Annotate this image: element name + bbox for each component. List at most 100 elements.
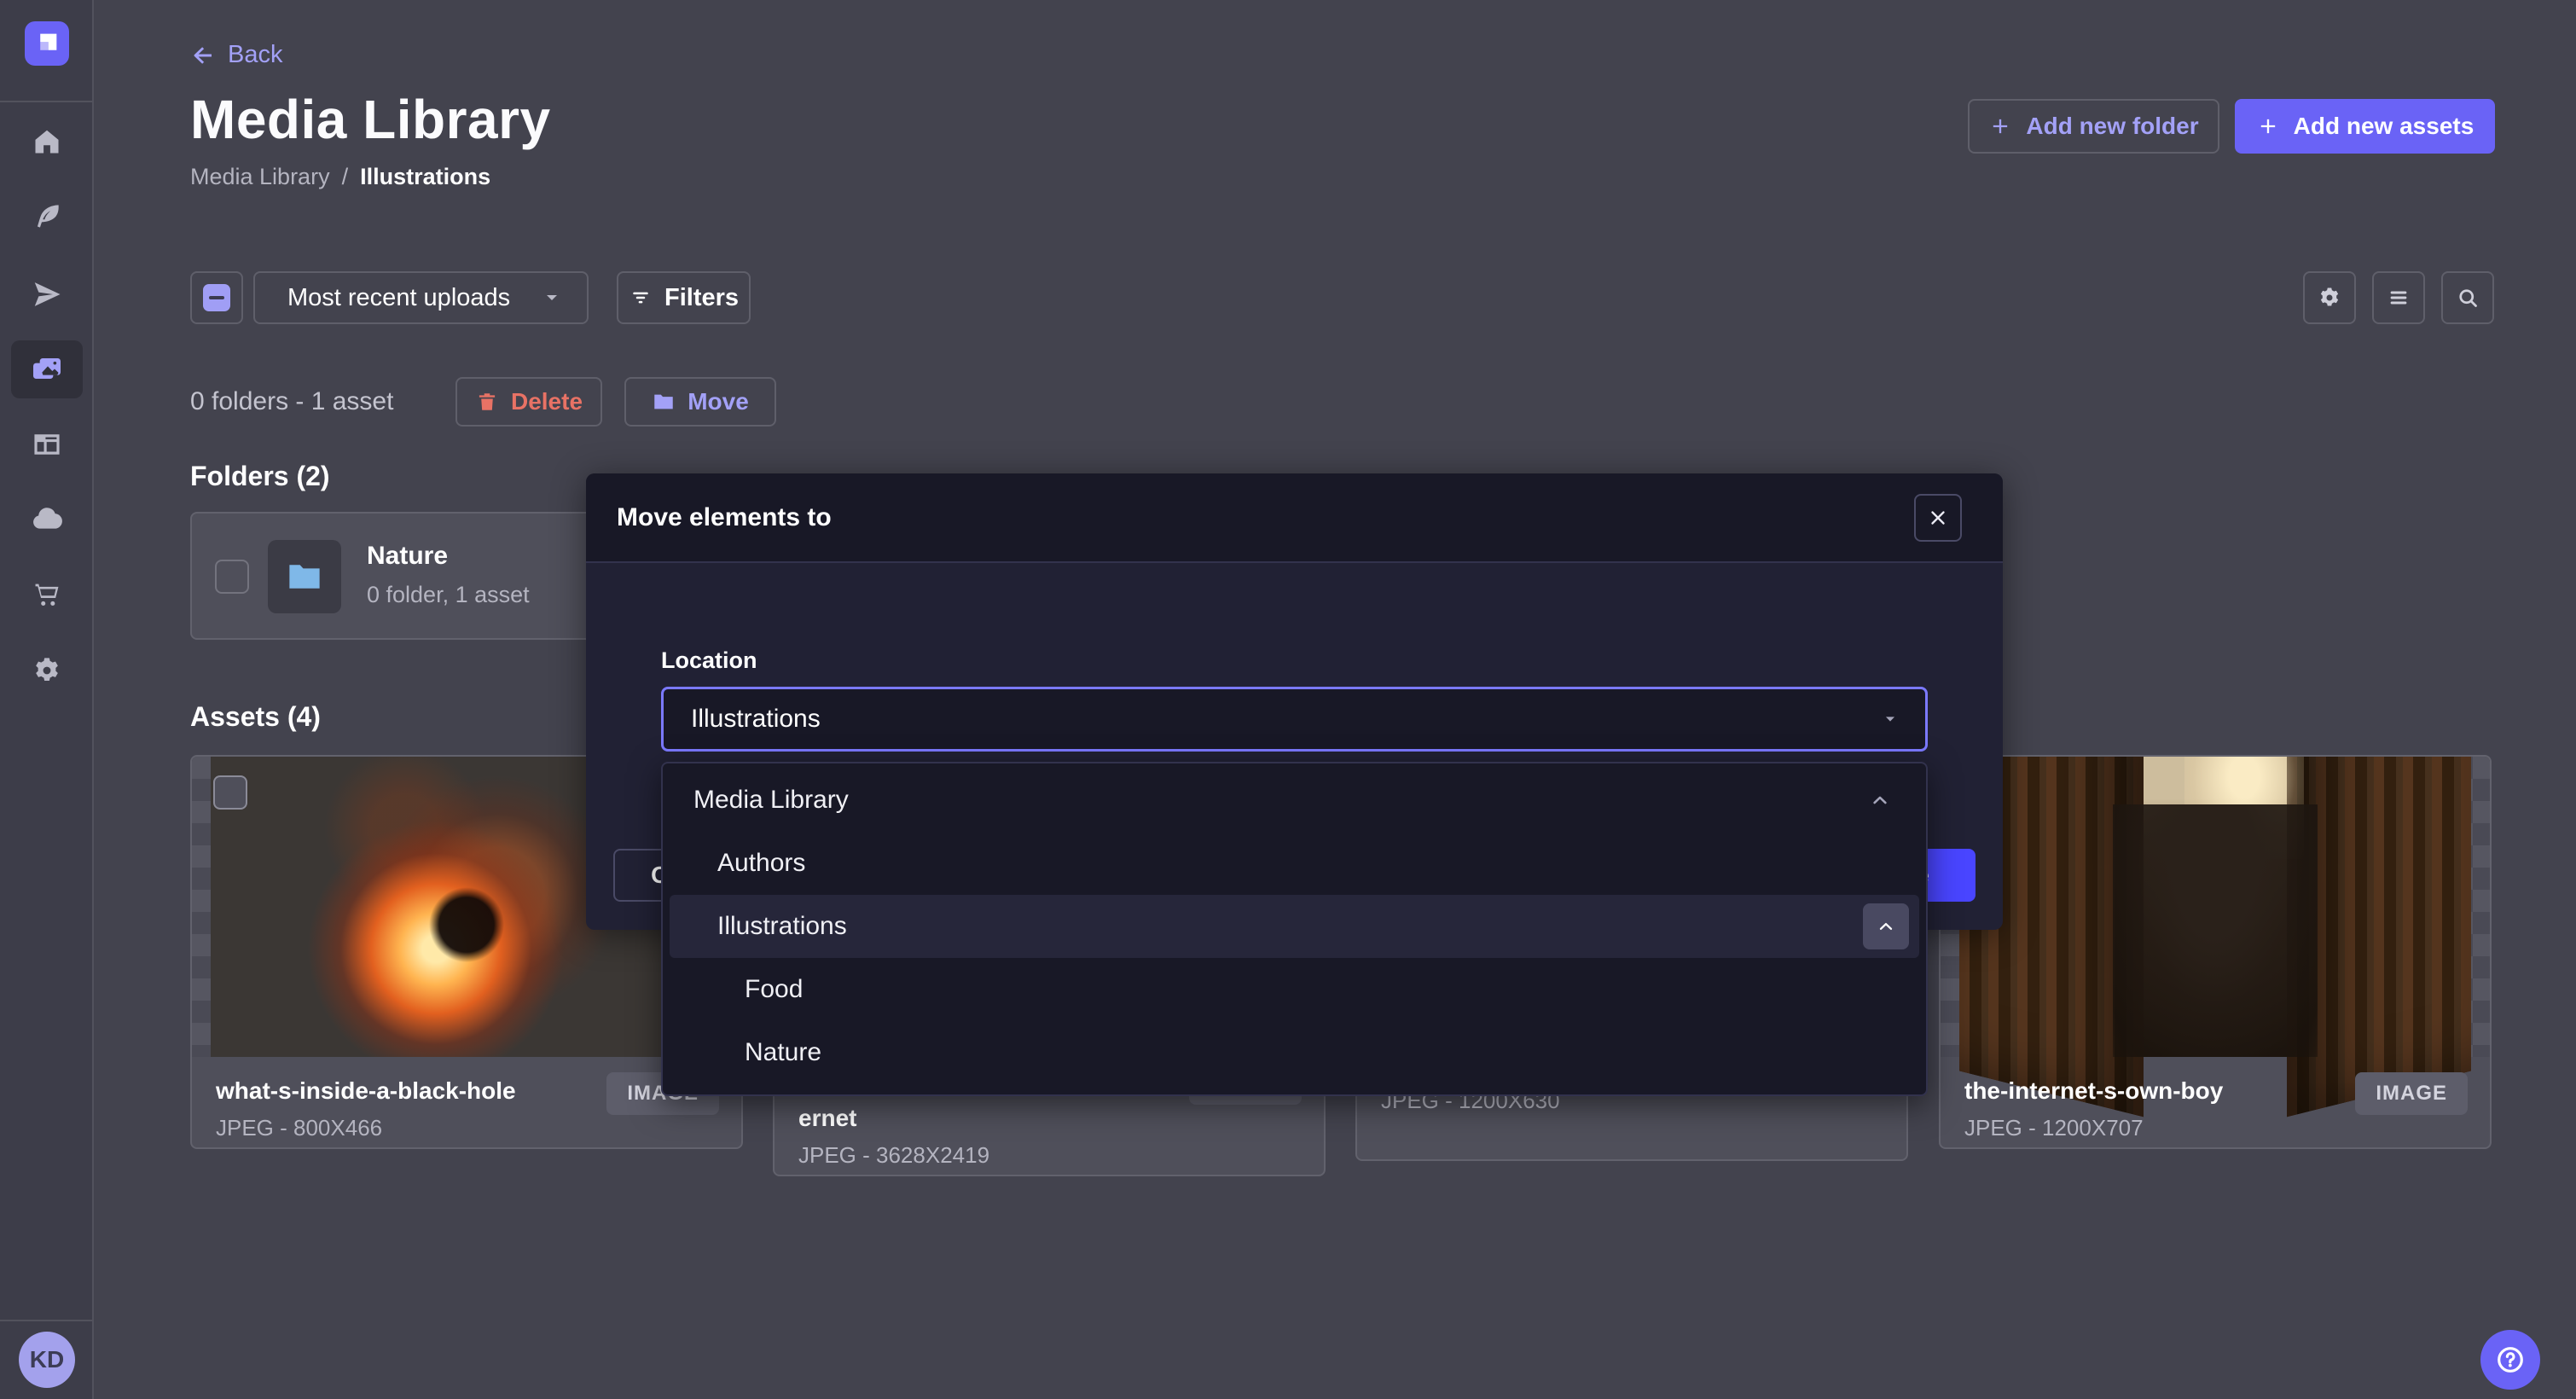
tree-item-label: Nature [745, 1038, 821, 1067]
move-label: Move [688, 388, 749, 415]
folder-icon [652, 390, 676, 414]
folder-tile [268, 540, 341, 613]
sidebar-item-marketplace[interactable] [11, 566, 83, 624]
location-value: Illustrations [691, 705, 821, 734]
arrow-left-icon [190, 43, 216, 68]
sidebar-item-content-type-builder[interactable] [11, 188, 83, 246]
assets-heading: Assets (4) [190, 701, 321, 733]
add-new-assets-button[interactable]: Add new assets [2235, 99, 2495, 154]
trash-icon [475, 390, 499, 414]
cart-icon [31, 578, 63, 611]
back-label: Back [228, 41, 282, 69]
cloud-icon [30, 502, 64, 536]
asset-meta: JPEG - 3628X2419 [798, 1142, 1300, 1169]
gear-icon [2317, 285, 2342, 311]
location-dropdown: Media Library Authors Illustrations Food… [661, 762, 1928, 1096]
sidebar-item-home[interactable] [11, 113, 83, 171]
sidebar-item-releases[interactable] [11, 265, 83, 323]
close-icon [1927, 507, 1949, 529]
breadcrumb-root[interactable]: Media Library [190, 164, 330, 190]
app-window: Back Media Library Media Library / Illus… [0, 0, 2576, 1399]
folders-heading: Folders (2) [190, 461, 330, 492]
user-avatar[interactable]: KD [19, 1332, 75, 1388]
tree-item-label: Food [745, 975, 803, 1004]
chevron-up-icon [1875, 915, 1897, 938]
checkbox-indeterminate [203, 284, 230, 311]
asset-name: ernet [798, 1105, 1300, 1132]
collapse-button[interactable] [1863, 903, 1909, 949]
sidebar-item-content-manager[interactable] [11, 415, 83, 473]
filters-button[interactable]: Filters [617, 271, 751, 324]
sidebar: KD [0, 0, 94, 1399]
header-actions: Add new folder Add new assets [1968, 99, 2495, 154]
search-icon [2455, 285, 2480, 311]
delete-label: Delete [511, 388, 583, 415]
layout-icon [31, 428, 63, 461]
folder-name: Nature [367, 542, 448, 571]
chevron-down-icon [1881, 710, 1900, 729]
paper-plane-icon [31, 278, 63, 311]
add-new-folder-label: Add new folder [2026, 113, 2198, 140]
tree-item-label: Authors [717, 849, 805, 878]
feather-icon [31, 200, 63, 233]
asset-info: the-internet-s-own-boy JPEG - 1200X707 I… [1941, 1057, 2490, 1149]
selection-count: 0 folders - 1 asset [190, 377, 393, 427]
folder-icon [285, 557, 324, 596]
filter-icon [629, 286, 653, 310]
tree-item-label: Illustrations [717, 912, 847, 941]
media-library-icon [30, 352, 64, 386]
tree-item-food[interactable]: Food [670, 958, 1919, 1021]
strapi-logo[interactable] [25, 21, 69, 66]
tree-item-label: Media Library [693, 786, 849, 815]
sidebar-item-media-library[interactable] [11, 340, 83, 398]
asset-info: ernet JPEG - 3628X2419 IMAGE [775, 1084, 1324, 1176]
plus-icon [2256, 114, 2280, 138]
sidebar-item-settings[interactable] [11, 641, 83, 700]
chevron-down-icon [541, 287, 563, 309]
gear-icon [31, 654, 63, 687]
home-icon [32, 126, 62, 157]
help-button[interactable] [2480, 1330, 2540, 1390]
person-silhouette [2113, 804, 2318, 1057]
breadcrumb-current: Illustrations [360, 164, 490, 190]
location-combobox[interactable]: Illustrations [661, 687, 1928, 752]
list-icon [2386, 285, 2411, 311]
breadcrumb-separator: / [342, 164, 349, 190]
list-view-button[interactable] [2372, 271, 2425, 324]
close-button[interactable] [1914, 494, 1962, 542]
location-label: Location [661, 647, 757, 674]
asset-preview [1941, 757, 2490, 1057]
asset-info: what-s-inside-a-black-hole JPEG - 800X46… [192, 1057, 741, 1149]
search-button[interactable] [2441, 271, 2494, 324]
sort-dropdown[interactable]: Most recent uploads [253, 271, 589, 324]
page-title: Media Library [190, 88, 551, 151]
asset-card-internet-own-boy[interactable]: the-internet-s-own-boy JPEG - 1200X707 I… [1939, 755, 2492, 1149]
question-mark-icon [2494, 1344, 2527, 1376]
asset-meta: JPEG - 1200X707 [1964, 1115, 2466, 1141]
asset-checkbox[interactable] [213, 775, 247, 810]
sidebar-item-cloud[interactable] [11, 490, 83, 548]
sidebar-divider [0, 101, 94, 102]
folder-meta: 0 folder, 1 asset [367, 582, 530, 608]
back-link[interactable]: Back [190, 41, 282, 69]
tree-item-authors[interactable]: Authors [670, 832, 1919, 895]
move-button[interactable]: Move [624, 377, 776, 427]
modal-title: Move elements to [617, 503, 832, 532]
add-new-folder-button[interactable]: Add new folder [1968, 99, 2219, 154]
modal-header: Move elements to [586, 473, 2003, 563]
delete-button[interactable]: Delete [455, 377, 602, 427]
chevron-up-icon [1868, 788, 1892, 812]
filters-label: Filters [664, 284, 739, 312]
strapi-logo-icon [32, 29, 61, 58]
breadcrumb: Media Library / Illustrations [190, 164, 490, 190]
add-new-assets-label: Add new assets [2294, 113, 2474, 140]
tree-item-media-library[interactable]: Media Library [670, 769, 1919, 832]
sort-label: Most recent uploads [287, 284, 510, 312]
tree-item-nature[interactable]: Nature [670, 1021, 1919, 1084]
grid-settings-button[interactable] [2303, 271, 2356, 324]
plus-icon [1988, 114, 2012, 138]
select-all-checkbox[interactable] [190, 271, 243, 324]
tree-item-illustrations[interactable]: Illustrations [670, 895, 1919, 958]
folder-checkbox[interactable] [215, 560, 249, 594]
library-photo-image [1959, 757, 2471, 1057]
